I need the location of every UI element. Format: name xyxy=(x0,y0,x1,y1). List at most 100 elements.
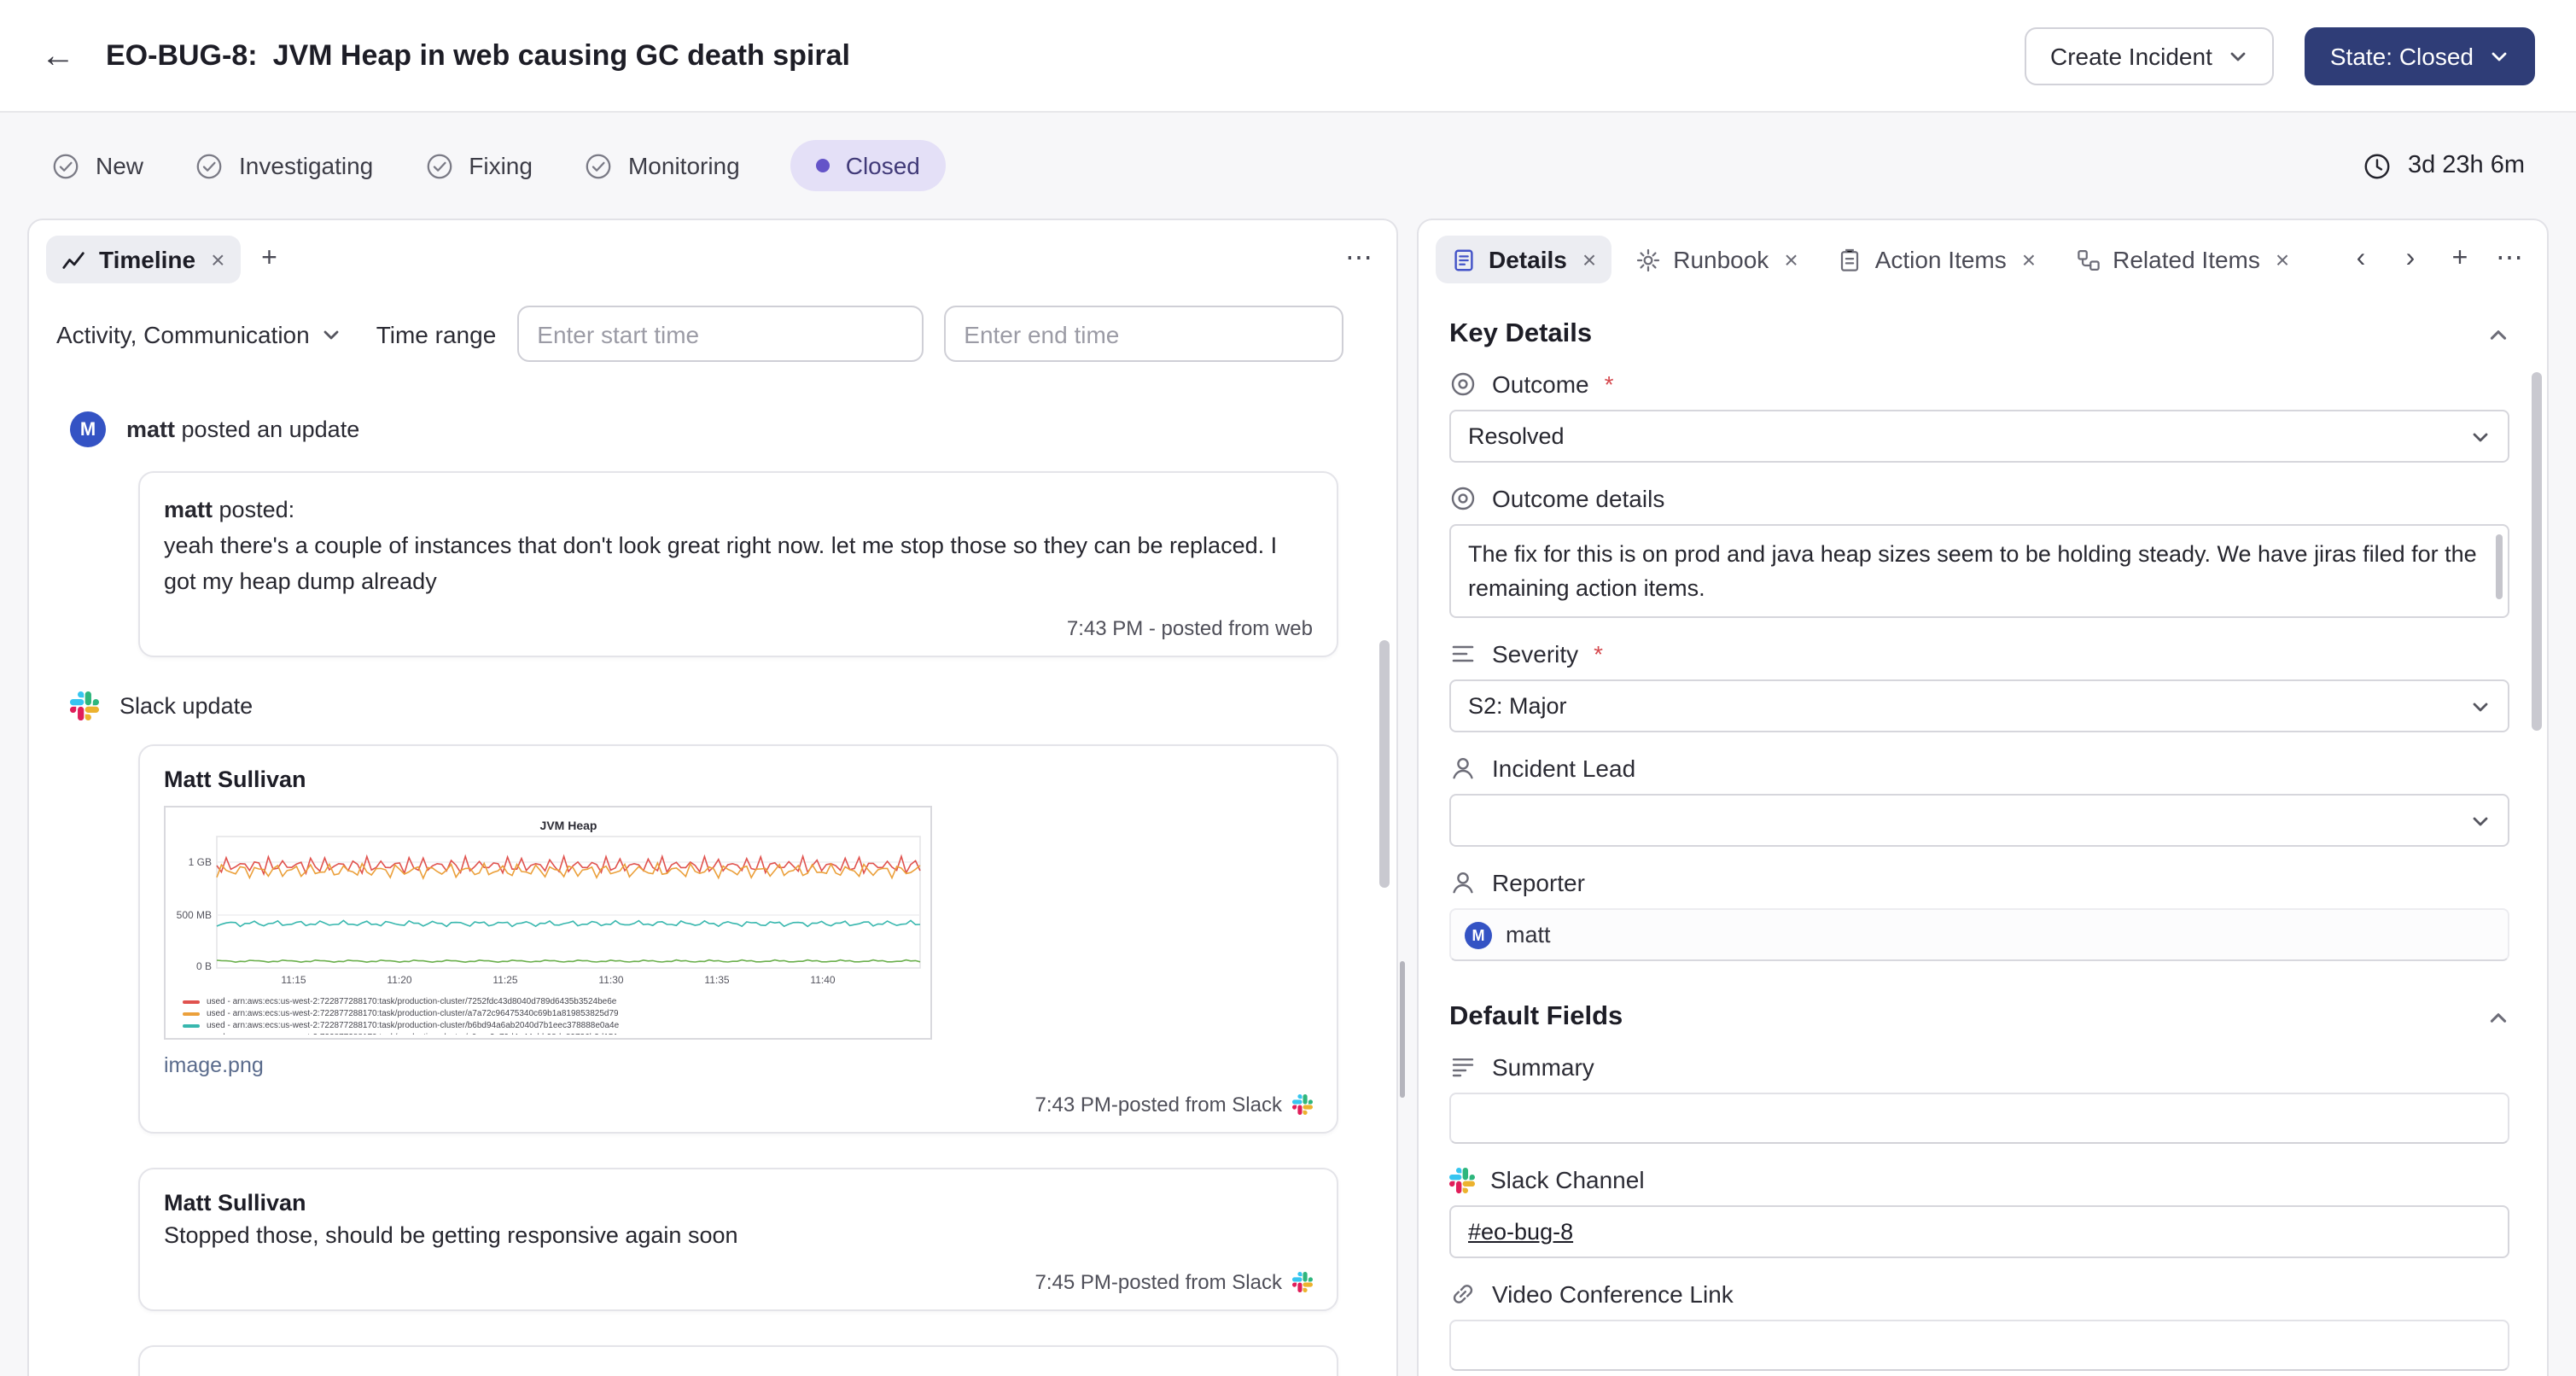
collapse-section-button[interactable] xyxy=(2487,324,2509,346)
incident-id: EO-BUG-8: xyxy=(106,38,258,71)
slack-channel-link[interactable]: #eo-bug-8 xyxy=(1468,1219,1573,1245)
outcome-details-field: Outcome details The fix for this is on p… xyxy=(1449,485,2509,618)
slack-icon xyxy=(70,691,99,720)
timeline-more-button[interactable]: ⋯ xyxy=(1338,239,1379,280)
stage-monitoring[interactable]: Monitoring xyxy=(584,151,740,180)
panel-resize-handle[interactable] xyxy=(1400,961,1405,1098)
back-arrow-icon[interactable]: ← xyxy=(41,38,75,73)
activity-filter-dropdown[interactable]: Activity, Communication xyxy=(56,320,342,347)
y-tick: 1 GB xyxy=(189,856,212,868)
required-marker: * xyxy=(1594,640,1604,668)
chevron-down-icon xyxy=(324,329,340,339)
close-icon[interactable]: × xyxy=(1784,248,1798,271)
add-tab-button[interactable]: + xyxy=(248,239,289,280)
add-tab-button[interactable]: + xyxy=(2439,239,2480,280)
tab-details[interactable]: Details × xyxy=(1436,236,1612,283)
textarea-value: The fix for this is on prod and java hea… xyxy=(1468,541,2477,602)
start-time-input[interactable] xyxy=(516,306,924,362)
end-time-input[interactable] xyxy=(943,306,1343,362)
create-incident-button[interactable]: Create Incident xyxy=(2024,26,2274,85)
details-scroll-area: Key Details Outcome * Resolved Outcome d… xyxy=(1419,295,2547,1376)
outcome-details-textarea[interactable]: The fix for this is on prod and java hea… xyxy=(1449,524,2509,618)
stage-fixing[interactable]: Fixing xyxy=(424,151,533,180)
entry-header: M matt posted an update xyxy=(70,411,1338,447)
details-more-button[interactable]: ⋯ xyxy=(2489,239,2530,280)
reporter-value-row: M matt xyxy=(1449,908,2509,961)
tabs-scroll-left-button[interactable]: ‹ xyxy=(2340,239,2381,280)
field-label: Outcome details xyxy=(1449,485,2509,512)
timestamp: 7:43 PM-posted from Slack xyxy=(1034,1092,1282,1117)
slack-message-card: Matt Sullivan JVM Heap 1 GB 500 MB 0 B 1… xyxy=(138,743,1338,1134)
person-icon xyxy=(1453,758,1473,779)
x-tick: 11:30 xyxy=(598,974,623,986)
tab-timeline[interactable]: Timeline × xyxy=(46,236,241,283)
collapse-section-button[interactable] xyxy=(2487,1006,2509,1029)
chevron-up-icon xyxy=(2490,329,2507,339)
field-label: Video Conference Link xyxy=(1449,1280,2509,1308)
slack-image-attachment[interactable]: JVM Heap 1 GB 500 MB 0 B 11:15 11:20 11:… xyxy=(164,805,932,1040)
slack-message-text: Stopped those, should be getting respons… xyxy=(164,1221,738,1248)
entry-heading: matt posted an update xyxy=(126,417,359,442)
field-label: Summary xyxy=(1449,1053,2509,1081)
label-text: Slack Channel xyxy=(1490,1166,1645,1193)
avatar: M xyxy=(70,411,106,447)
update-body: matt posted: yeah there's a couple of in… xyxy=(164,493,1313,601)
close-icon[interactable]: × xyxy=(2276,248,2289,271)
state-closed-button[interactable]: State: Closed xyxy=(2304,26,2535,85)
reporter-name[interactable]: matt xyxy=(1506,922,1551,947)
author-name: matt xyxy=(126,417,176,442)
related-items-icon xyxy=(2077,249,2099,271)
slack-icon xyxy=(1449,1167,1475,1192)
check-circle-icon xyxy=(426,153,452,178)
video-conference-input[interactable] xyxy=(1449,1320,2509,1371)
tabs-scroll-right-button[interactable]: › xyxy=(2390,239,2431,280)
slack-channel-box: #eo-bug-8 xyxy=(1449,1205,2509,1258)
timeline-tabbar: Timeline × + ⋯ xyxy=(29,220,1396,295)
key-details-header: Key Details xyxy=(1449,319,2509,350)
stage-label: Closed xyxy=(845,152,920,179)
filter-value: Activity, Communication xyxy=(56,320,310,347)
slack-author: Matt Sullivan xyxy=(164,766,306,792)
main-area: Timeline × + ⋯ Activity, Communication T… xyxy=(0,219,2576,1376)
heading-rest: posted an update xyxy=(175,417,360,442)
textarea-scrollbar[interactable] xyxy=(2496,534,2503,599)
jvm-heap-chart: JVM Heap 1 GB 500 MB 0 B 11:15 11:20 11:… xyxy=(177,819,921,986)
field-label: Incident Lead xyxy=(1449,755,2509,782)
field-label: Severity * xyxy=(1449,640,2509,668)
incident-title: JVM Heap in web causing GC death spiral xyxy=(272,38,850,71)
attachment-filename[interactable]: image.png xyxy=(164,1053,1313,1077)
details-panel: Details × Runbook × Action Items × Relat… xyxy=(1417,219,2549,1376)
tab-runbook[interactable]: Runbook × xyxy=(1620,236,1813,283)
section-title: Default Fields xyxy=(1449,1002,1623,1031)
tab-label: Details xyxy=(1489,246,1567,273)
stage-closed[interactable]: Closed xyxy=(790,140,946,191)
slack-author: Matt Sullivan xyxy=(164,1189,306,1216)
clipboard-icon xyxy=(1841,248,1859,271)
timeline-scrollbar[interactable] xyxy=(1379,640,1390,888)
tab-action-items[interactable]: Action Items × xyxy=(1822,236,2051,283)
close-icon[interactable]: × xyxy=(1582,248,1596,271)
slack-icon xyxy=(1292,1271,1313,1292)
document-icon xyxy=(1454,248,1473,271)
stage-investigating[interactable]: Investigating xyxy=(195,151,373,180)
incident-lead-select[interactable] xyxy=(1449,794,2509,847)
legend-row: used - arn:aws:ecs:us-west-2:72287728817… xyxy=(183,1021,930,1033)
stage-label: Fixing xyxy=(469,152,533,179)
label-text: Reporter xyxy=(1492,869,1585,896)
details-scrollbar[interactable] xyxy=(2532,372,2542,731)
close-icon[interactable]: × xyxy=(2022,248,2036,271)
x-tick: 11:25 xyxy=(492,974,517,986)
stage-new[interactable]: New xyxy=(51,151,143,180)
summary-input[interactable] xyxy=(1449,1093,2509,1144)
severity-select[interactable]: S2: Major xyxy=(1449,679,2509,732)
tab-related-items[interactable]: Related Items × xyxy=(2060,236,2305,283)
time-range-label: Time range xyxy=(376,320,497,347)
duration-value: 3d 23h 6m xyxy=(2407,152,2525,179)
timeline-entry: M matt posted an update matt posted: yea… xyxy=(70,411,1338,657)
outcome-select[interactable]: Resolved xyxy=(1449,410,2509,463)
chevron-down-icon xyxy=(2473,702,2488,711)
link-icon xyxy=(1453,1285,1473,1303)
card-footer: 7:45 PM-posted from Slack xyxy=(164,1269,1313,1293)
chevron-down-icon xyxy=(2473,432,2488,441)
close-icon[interactable]: × xyxy=(211,248,224,271)
